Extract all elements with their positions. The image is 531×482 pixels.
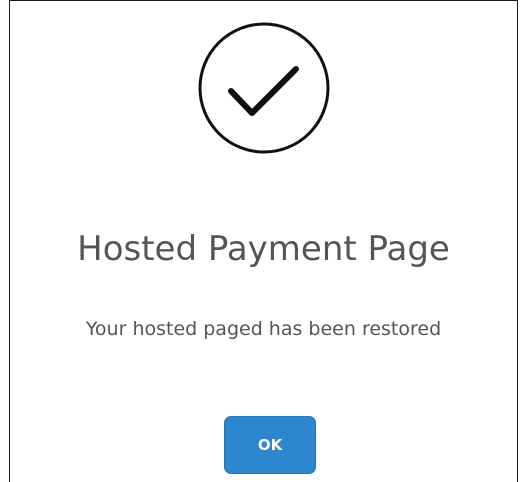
success-icon-container — [10, 21, 517, 155]
dialog-title: Hosted Payment Page — [77, 229, 450, 269]
dialog-message: Your hosted paged has been restored — [85, 318, 442, 340]
checkmark-circle-icon — [198, 22, 329, 154]
success-dialog: Hosted Payment Page Your hosted paged ha… — [9, 0, 518, 482]
ok-button[interactable]: OK — [224, 416, 316, 474]
